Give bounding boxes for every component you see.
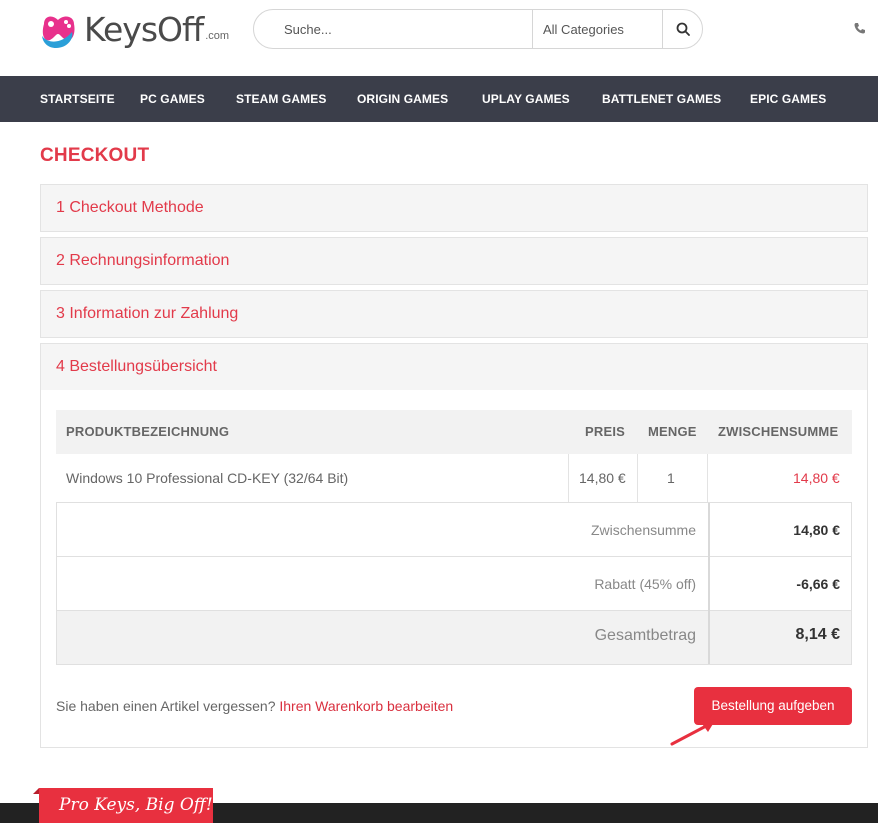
step-checkout-method[interactable]: 1 Checkout Methode [40, 184, 868, 232]
forgot-item-text: Sie haben einen Artikel vergessen? [56, 698, 276, 714]
phone-icon [854, 22, 866, 37]
nav-item-origin-games[interactable]: ORIGIN GAMES [357, 76, 448, 122]
category-select[interactable]: All Categories [532, 10, 662, 48]
search-input[interactable] [254, 10, 532, 48]
product-subtotal: 14,80 € [793, 470, 840, 486]
column-header-quantity: MENGE [648, 424, 697, 439]
table-row: Windows 10 Professional CD-KEY (32/64 Bi… [56, 454, 852, 503]
cell-divider [707, 454, 708, 503]
product-name: Windows 10 Professional CD-KEY (32/64 Bi… [66, 470, 349, 486]
cell-divider [637, 454, 638, 503]
page-title: CHECKOUT [40, 145, 150, 166]
totals-label: Zwischensumme [590, 522, 696, 538]
forgot-item-note: Sie haben einen Artikel vergessen? Ihren… [56, 698, 453, 714]
step-label: 4 Bestellungsübersicht [56, 358, 217, 375]
column-header-subtotal: ZWISCHENSUMME [718, 424, 839, 439]
totals-row-discount: Rabatt (45% off) -6,66 € [57, 557, 851, 611]
search-icon [676, 22, 690, 36]
brand-suffix: .com [205, 30, 230, 42]
order-totals: Zwischensumme 14,80 € Rabatt (45% off) -… [56, 502, 852, 665]
edit-cart-link[interactable]: Ihren Warenkorb bearbeiten [279, 698, 453, 714]
nav-item-uplay-games[interactable]: UPLAY GAMES [482, 76, 570, 122]
nav-item-steam-games[interactable]: STEAM GAMES [236, 76, 326, 122]
nav-item-epic-games[interactable]: EPIC GAMES [750, 76, 826, 122]
totals-divider [708, 503, 710, 664]
order-table-header: PRODUKTBEZEICHNUNG PREIS MENGE ZWISCHENS… [56, 410, 852, 454]
main-nav: STARTSEITE PC GAMES STEAM GAMES ORIGIN G… [0, 76, 878, 122]
totals-value: 14,80 € [793, 522, 840, 538]
step-label: 3 Information zur Zahlung [56, 305, 239, 322]
totals-row-subtotal: Zwischensumme 14,80 € [57, 503, 851, 557]
step-label: 1 Checkout Methode [56, 199, 204, 216]
totals-row-grand-total: Gesamtbetrag 8,14 € [57, 611, 851, 664]
gamepad-logo-icon [38, 10, 80, 50]
search-button[interactable] [662, 10, 702, 48]
totals-label: Rabatt (45% off) [594, 576, 696, 592]
product-price: 14,80 € [579, 470, 626, 486]
nav-item-pc-games[interactable]: PC GAMES [140, 76, 205, 122]
totals-label: Gesamtbetrag [594, 627, 696, 644]
column-header-product: PRODUKTBEZEICHNUNG [66, 424, 230, 439]
site-header: KeysOff .com All Categories [0, 0, 878, 76]
step-order-review-header[interactable]: 4 Bestellungsübersicht [41, 344, 867, 390]
search-bar: All Categories [253, 9, 703, 49]
site-logo[interactable]: KeysOff .com [38, 8, 229, 50]
tagline-banner: Pro Keys, Big Off! [39, 788, 213, 823]
brand-name: KeysOff [84, 10, 204, 49]
step-label: 2 Rechnungsinformation [56, 252, 230, 269]
step-payment-info[interactable]: 3 Information zur Zahlung [40, 290, 868, 338]
cell-divider [568, 454, 569, 503]
step-billing-info[interactable]: 2 Rechnungsinformation [40, 237, 868, 285]
annotation-arrow-icon [670, 719, 716, 746]
totals-value: 8,14 € [795, 626, 840, 643]
totals-value: -6,66 € [796, 576, 840, 592]
nav-item-startseite[interactable]: STARTSEITE [40, 76, 115, 122]
column-header-price: PREIS [585, 424, 626, 439]
nav-item-battlenet-games[interactable]: BATTLENET GAMES [602, 76, 721, 122]
product-quantity: 1 [667, 470, 675, 486]
